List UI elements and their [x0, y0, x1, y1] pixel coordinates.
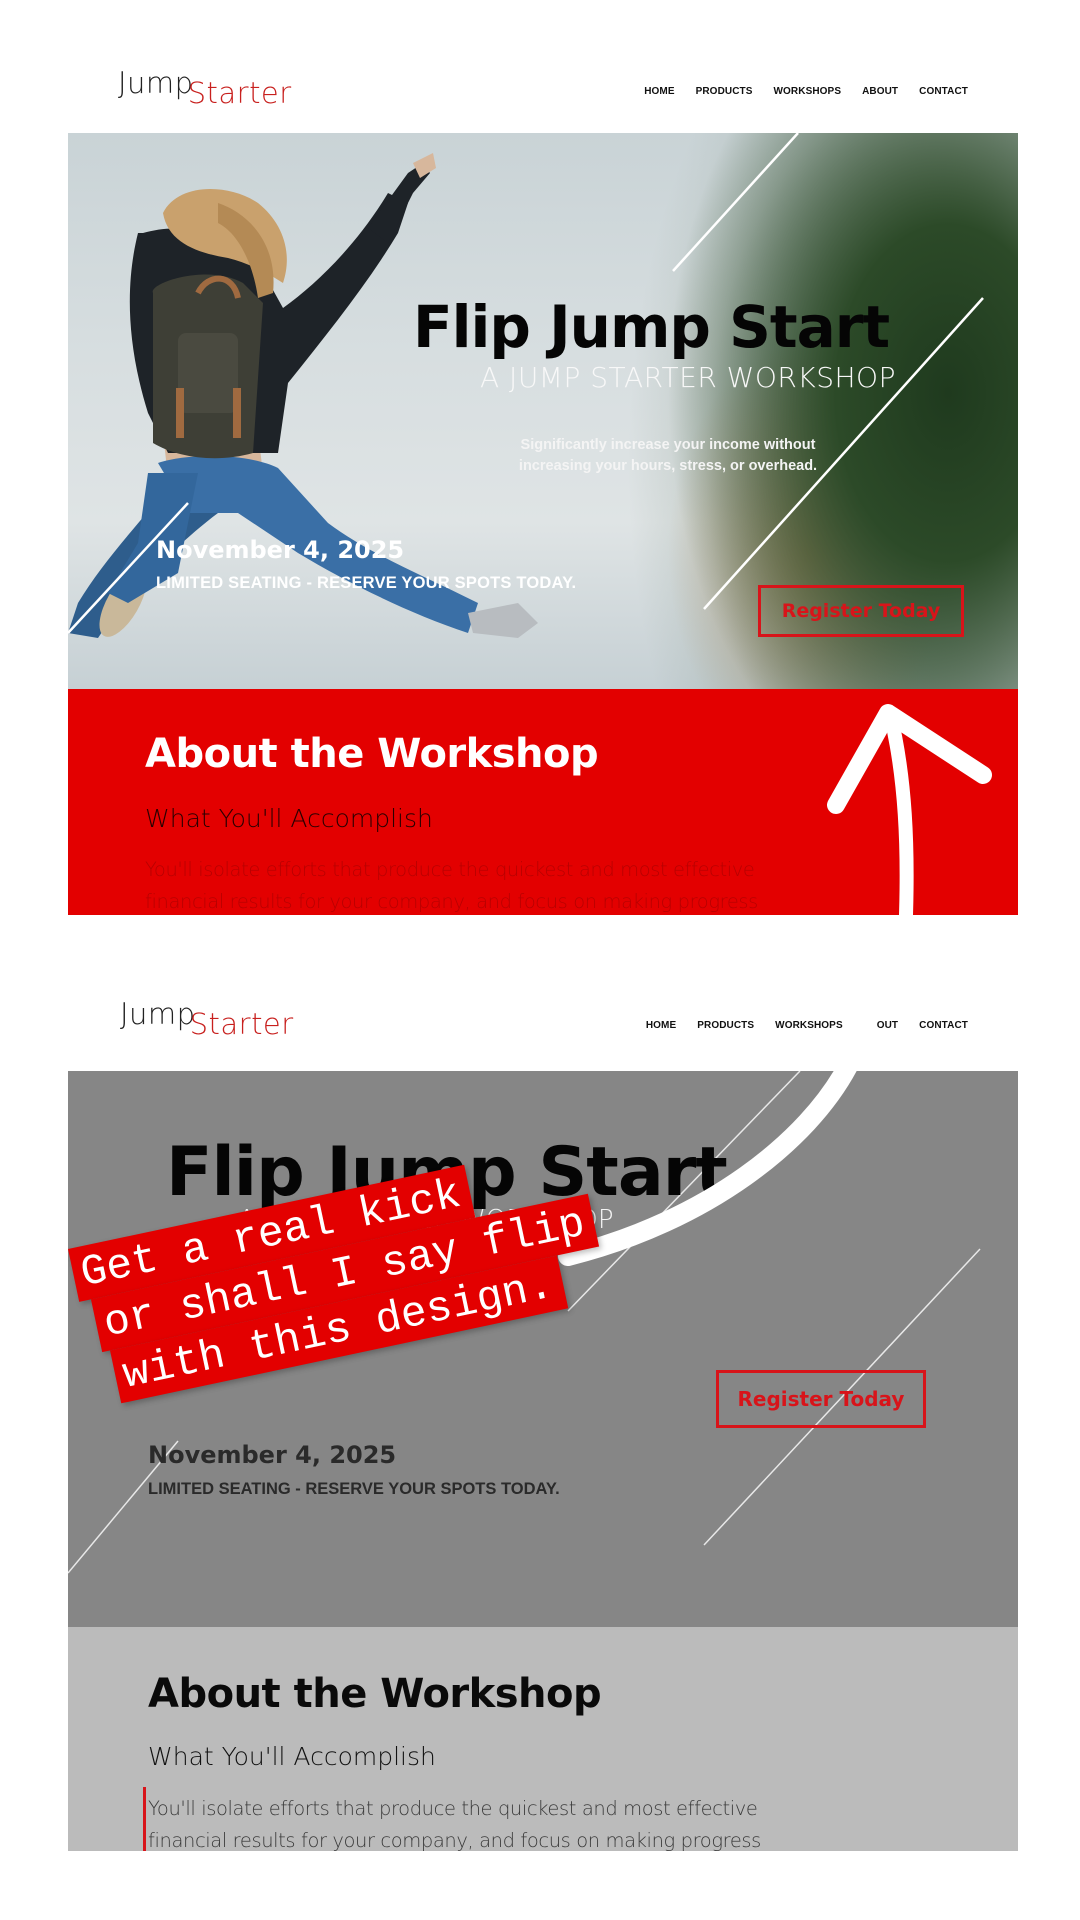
about-subheading: What You'll Accomplish: [145, 804, 433, 833]
about-heading: About the Workshop: [148, 1671, 602, 1717]
nav-about[interactable]: OUT: [877, 1020, 898, 1031]
logo-starter: Starter: [189, 1007, 294, 1041]
about-subheading: What You'll Accomplish: [148, 1742, 436, 1771]
nav-home[interactable]: HOME: [644, 86, 674, 97]
logo[interactable]: JumpStarter: [118, 69, 292, 108]
hero-section-redesign: Flip Jump Start A JUMP STARTER WORKSHOP …: [68, 1071, 1018, 1627]
logo-jump: Jump: [120, 997, 196, 1031]
about-body-line1: You'll isolate efforts that produce the …: [145, 858, 755, 881]
about-heading: About the Workshop: [145, 731, 599, 777]
hero-subtitle: A JUMP STARTER WORKSHOP: [480, 361, 896, 394]
hero-tagline-line2: increasing your hours, stress, or overhe…: [518, 458, 818, 474]
about-body-line2: financial results for your company, and …: [145, 890, 758, 913]
mockup-original: JumpStarter HOME PRODUCTS WORKSHOPS ABOU…: [0, 0, 1080, 920]
nav-products[interactable]: PRODUCTS: [697, 1020, 754, 1031]
main-nav: HOME PRODUCTS WORKSHOPS ABOUT CONTACT: [623, 86, 968, 97]
nav-contact[interactable]: CONTACT: [919, 1020, 968, 1031]
logo-starter: Starter: [187, 76, 292, 110]
hero-tagline-line1: Significantly increase your income witho…: [520, 437, 816, 453]
about-section: About the Workshop What You'll Accomplis…: [68, 689, 1018, 915]
hero-tagline: Significantly increase your income witho…: [488, 435, 848, 477]
text-cursor-bar: [143, 1787, 146, 1851]
about-body-line2: financial results for your company, and …: [148, 1829, 761, 1851]
main-nav: HOME PRODUCTS WORKSHOPS OUT CONTACT: [625, 1020, 968, 1031]
nav-contact[interactable]: CONTACT: [919, 86, 968, 97]
about-body: You'll isolate efforts that produce the …: [145, 854, 845, 915]
nav-workshops[interactable]: WORKSHOPS: [774, 86, 842, 97]
register-today-button[interactable]: Register Today: [716, 1370, 926, 1428]
hero-section: Flip Jump Start A JUMP STARTER WORKSHOP …: [68, 133, 1018, 689]
nav-products[interactable]: PRODUCTS: [696, 86, 753, 97]
site-header: JumpStarter HOME PRODUCTS WORKSHOPS OUT …: [68, 932, 1018, 1062]
register-today-button[interactable]: Register Today: [758, 585, 964, 637]
event-date: November 4, 2025: [156, 536, 405, 564]
event-date: November 4, 2025: [148, 1441, 397, 1469]
nav-home[interactable]: HOME: [646, 1020, 676, 1031]
logo[interactable]: JumpStarter: [120, 1000, 294, 1039]
about-body-line1: You'll isolate efforts that produce the …: [148, 1797, 758, 1820]
seating-note: LIMITED SEATING - RESERVE YOUR SPOTS TOD…: [156, 574, 577, 592]
about-section-redesign: About the Workshop What You'll Accomplis…: [68, 1627, 1018, 1851]
site-header: JumpStarter HOME PRODUCTS WORKSHOPS ABOU…: [68, 0, 1018, 130]
seating-note: LIMITED SEATING - RESERVE YOUR SPOTS TOD…: [148, 1480, 560, 1498]
hero-title: Flip Jump Start: [413, 293, 890, 361]
nav-about[interactable]: ABOUT: [862, 86, 898, 97]
nav-workshops[interactable]: WORKSHOPS: [775, 1020, 843, 1031]
about-body: You'll isolate efforts that produce the …: [148, 1793, 848, 1851]
logo-jump: Jump: [118, 66, 194, 100]
